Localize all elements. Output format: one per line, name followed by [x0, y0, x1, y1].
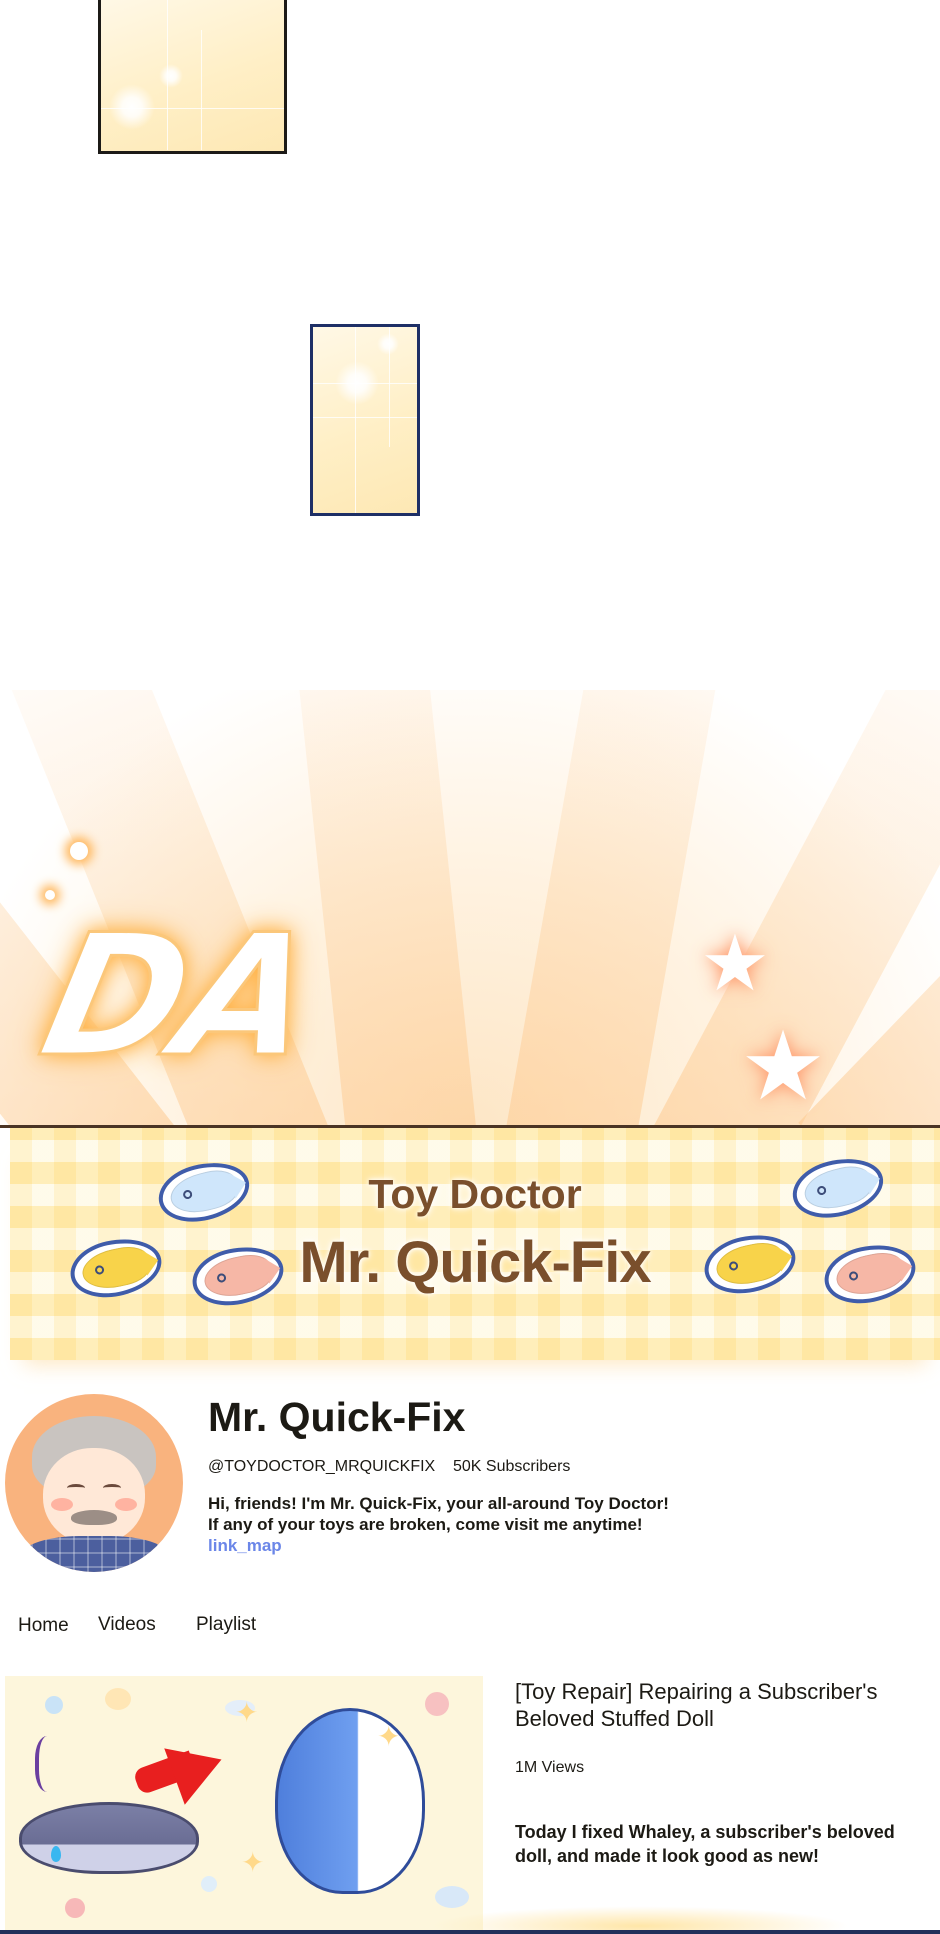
avatar-eye: [67, 1484, 85, 1492]
light-glow: [159, 64, 183, 88]
glow-bubble: [45, 890, 55, 900]
sparkle-icon: ✦: [377, 1721, 401, 1752]
video-views: 1M Views: [515, 1759, 585, 1776]
tear-drop: [51, 1846, 61, 1862]
avatar[interactable]: [5, 1394, 183, 1572]
pattern-dot: [105, 1688, 131, 1710]
light-streak: [167, 0, 168, 150]
light-glow: [377, 333, 399, 355]
video-title[interactable]: [Toy Repair] Repairing a Subscriber's Be…: [515, 1678, 915, 1732]
panel-border: [0, 1930, 940, 1934]
glow-bubble: [70, 842, 88, 860]
banner-title: Mr. Quick-Fix: [299, 1230, 651, 1295]
channel-bio-line: If any of your toys are broken, come vis…: [208, 1515, 643, 1534]
pattern-dot: [65, 1898, 85, 1918]
sound-effect-scene: DA ★ ★: [0, 690, 940, 1128]
light-streak: [355, 327, 356, 513]
avatar-face: [43, 1448, 145, 1544]
arrow-icon: [164, 1731, 232, 1805]
subscriber-count: 50K Subscribers: [453, 1458, 571, 1475]
comic-panel-middle: [310, 324, 420, 516]
avatar-eye: [103, 1484, 121, 1492]
pattern-dot: [201, 1876, 217, 1892]
light-streak: [101, 108, 284, 109]
sparkle-icon: ✦: [235, 1697, 259, 1728]
pattern-dot: [425, 1692, 449, 1716]
channel-link[interactable]: link_map: [208, 1536, 282, 1556]
video-thumbnail[interactable]: ✦ ✦ ✦: [5, 1676, 483, 1930]
pattern-dot: [45, 1696, 63, 1714]
tab-home[interactable]: Home: [18, 1615, 69, 1637]
avatar-blush: [115, 1498, 137, 1511]
banner-subtitle: Toy Doctor: [368, 1171, 582, 1217]
light-streak: [313, 417, 417, 418]
light-glow: [109, 84, 155, 130]
pattern-dot: [435, 1886, 469, 1908]
sound-effect-text: DA: [26, 897, 328, 1096]
channel-handle: @TOYDOCTOR_MRQUICKFIX: [208, 1458, 436, 1475]
avatar-shirt: [17, 1536, 173, 1572]
stink-lines: [35, 1736, 65, 1792]
light-streak: [201, 30, 202, 150]
light-streak: [389, 327, 390, 447]
comic-panel-top: [98, 0, 287, 154]
tab-playlist[interactable]: Playlist: [196, 1614, 256, 1636]
star-icon: ★: [700, 919, 770, 1007]
channel-bio-line: Hi, friends! I'm Mr. Quick-Fix, your all…: [208, 1494, 669, 1513]
broken-whale-doll: [19, 1802, 199, 1874]
avatar-blush: [51, 1498, 73, 1511]
channel-name: Mr. Quick-Fix: [208, 1394, 466, 1440]
channel-banner: Toy Doctor Mr. Quick-Fix: [10, 1128, 940, 1360]
avatar-mustache: [71, 1510, 117, 1525]
sparkle-icon: ✦: [241, 1847, 265, 1878]
light-streak: [313, 383, 417, 384]
repaired-whale-doll: [275, 1708, 425, 1894]
tab-videos[interactable]: Videos: [98, 1614, 156, 1636]
video-description: Today I fixed Whaley, a subscriber's bel…: [515, 1822, 895, 1866]
star-icon: ★: [740, 1013, 827, 1120]
